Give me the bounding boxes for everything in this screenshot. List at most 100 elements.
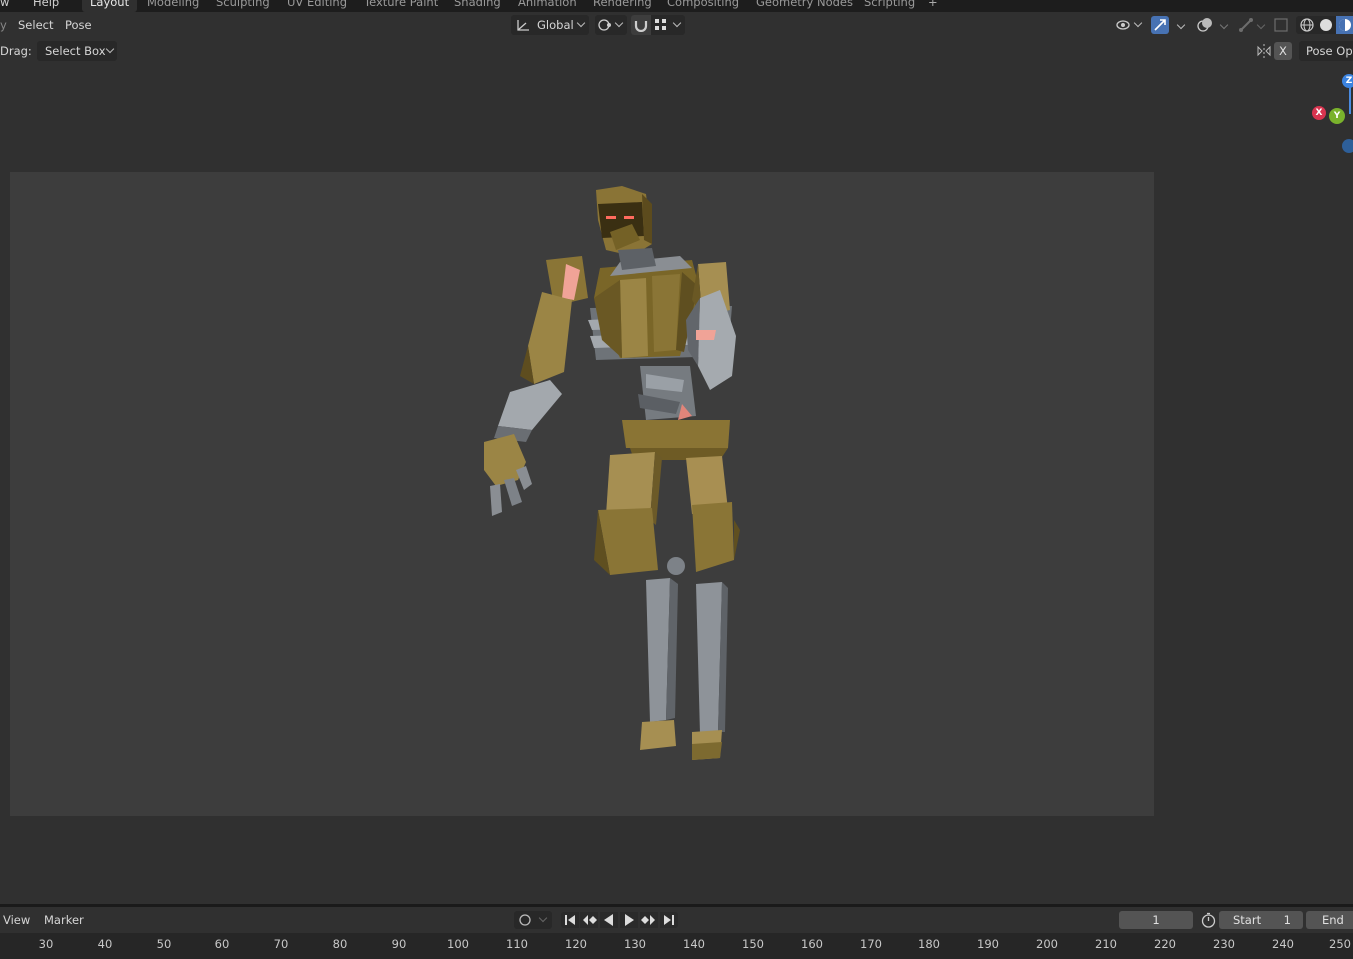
ruler-tick: 230 [1213,937,1235,951]
tab-shading[interactable]: Shading [454,0,501,9]
keyframe-back-icon [583,915,597,925]
keying-dropdown[interactable] [514,911,552,929]
gizmo-neg-z-axis[interactable] [1342,139,1353,153]
gizmo-dropdown-chevron-icon[interactable] [1176,20,1186,30]
select-menu[interactable]: Select [18,16,53,34]
wireframe-shading-icon[interactable] [1299,17,1315,33]
ruler-tick: 240 [1272,937,1294,951]
ruler-tick: 110 [506,937,528,951]
snapping-group[interactable] [631,15,685,35]
preview-range-toggle[interactable] [1200,912,1217,929]
jump-start-icon [565,915,575,925]
eye-icon [1116,20,1130,30]
ruler-tick: 140 [683,937,705,951]
robot-character[interactable] [470,180,750,780]
ruler-tick: 30 [38,937,54,951]
chevron-down-icon [1133,18,1143,28]
drag-mode-dropdown[interactable]: Select Box [37,41,117,61]
ruler-tick: 130 [624,937,646,951]
jump-keyframe-forward-button[interactable] [640,912,658,928]
tab-animation[interactable]: Animation [518,0,577,9]
tab-modeling[interactable]: Modeling [147,0,199,9]
timeline-view-menu[interactable]: View [3,911,30,929]
ruler-tick: 50 [156,937,172,951]
workspace-tabs-bar: w Help Layout Modeling Sculpting UV Edit… [0,0,1353,12]
ruler-tick: 70 [273,937,289,951]
chevron-down-icon [614,18,624,28]
snap-grid-icon [655,19,666,30]
bone-overlay-chevron-icon[interactable] [1256,20,1266,30]
gizmo-arrow-icon [1154,19,1166,31]
drag-mode-value: Select Box [45,44,106,58]
tab-scripting[interactable]: Scripting [864,0,915,9]
ruler-tick: 180 [918,937,940,951]
chevron-down-icon [538,913,548,923]
timeline-header: View Marker 1 Start 1 End [0,907,1353,933]
timeline-marker-menu[interactable]: Marker [44,911,84,929]
visibility-dropdown[interactable] [1113,15,1145,35]
stopwatch-icon [1201,912,1216,928]
orientation-axes-icon [517,20,529,31]
start-frame-field[interactable]: Start 1 [1219,911,1303,929]
jump-start-button[interactable] [561,912,579,928]
view-menu-fragment[interactable]: y [0,16,7,34]
start-value: 1 [1283,913,1291,927]
ruler-tick: 250 [1329,937,1351,951]
overlays-toggle[interactable] [1196,16,1214,34]
xray-toggle[interactable] [1273,17,1289,33]
robot-left-arm [484,256,588,516]
robot-legs [594,420,740,760]
add-workspace-button[interactable]: + [928,0,938,9]
magnet-icon [634,21,648,32]
jump-keyframe-back-button[interactable] [580,912,598,928]
ruler-tick: 80 [332,937,348,951]
play-reverse-button[interactable] [600,912,618,928]
tab-layout[interactable]: Layout [82,0,138,12]
navigation-gizmo[interactable]: Z X Y [1310,70,1353,160]
chevron-down-icon [576,18,586,28]
bone-icon [1239,18,1253,32]
pose-options-dropdown[interactable]: Pose Opt [1299,41,1353,61]
pose-menu[interactable]: Pose [65,16,92,34]
tab-rendering[interactable]: Rendering [593,0,652,9]
ruler-tick: 210 [1095,937,1117,951]
timeline-ruler[interactable]: 30 40 50 60 70 80 90 100 110 120 130 140… [0,933,1353,959]
gizmo-z-axis[interactable]: Z [1342,74,1353,88]
gizmo-y-axis[interactable]: Y [1329,108,1345,124]
start-label: Start [1233,913,1262,927]
window-menu[interactable]: w [0,0,9,9]
tab-geometry-nodes[interactable]: Geometry Nodes [756,0,853,9]
help-menu[interactable]: Help [33,0,59,9]
orientation-label: Global [537,18,574,32]
snap-toggle[interactable] [631,15,651,35]
mirror-x-toggle[interactable]: X [1274,42,1292,60]
jump-end-button[interactable] [660,912,678,928]
chevron-down-icon [672,18,682,28]
pose-options-label: Pose Opt [1306,44,1353,58]
transform-orientation-dropdown[interactable]: Global [511,15,589,35]
record-icon [519,914,531,926]
material-shading-button[interactable] [1336,16,1353,34]
tab-sculpting[interactable]: Sculpting [216,0,270,9]
current-frame-field[interactable]: 1 [1119,911,1193,929]
bone-overlay-toggle[interactable] [1237,16,1255,34]
mirror-icon[interactable] [1256,43,1272,59]
tool-settings-bar: Drag: Select Box X Pose Opt [0,38,1353,64]
overlays-icon [1197,18,1212,32]
tab-uv-editing[interactable]: UV Editing [287,0,347,9]
ruler-tick: 90 [391,937,407,951]
material-preview-icon [1339,19,1351,31]
end-frame-field[interactable]: End [1306,911,1353,929]
gizmo-toggle[interactable] [1151,16,1169,34]
tab-compositing[interactable]: Compositing [667,0,739,9]
robot-head [596,186,652,256]
solid-shading-icon[interactable] [1318,17,1334,33]
overlays-dropdown-chevron-icon[interactable] [1219,20,1229,30]
tab-texture-paint[interactable]: Texture Paint [364,0,438,9]
play-button[interactable] [620,912,638,928]
gizmo-x-axis[interactable]: X [1312,106,1326,120]
pivot-point-dropdown[interactable] [595,15,627,35]
ruler-tick: 120 [565,937,587,951]
jump-end-icon [664,915,674,925]
pivot-icon [598,19,611,31]
